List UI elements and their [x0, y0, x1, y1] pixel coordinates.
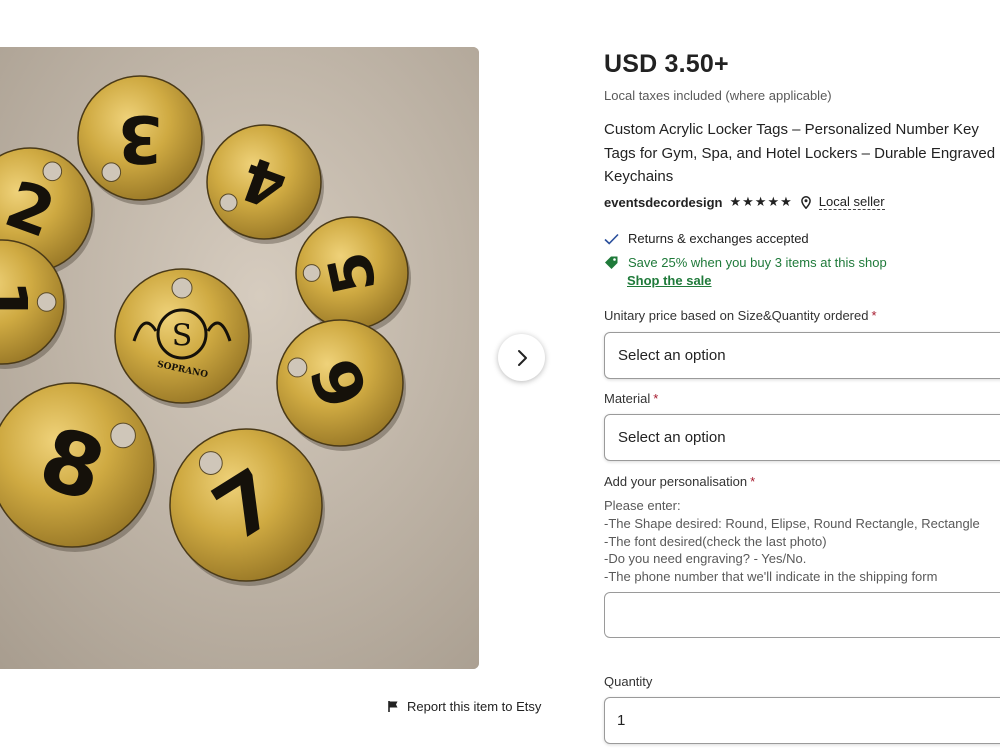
material-select-value: Select an option: [618, 429, 726, 446]
personalisation-label: Add your personalisation *: [604, 474, 755, 489]
shop-sale-link[interactable]: Shop the sale: [627, 273, 712, 288]
required-marker: *: [871, 308, 877, 323]
material-select[interactable]: Select an option: [604, 414, 1000, 461]
tag-hole: [171, 277, 193, 299]
chevron-right-icon: [517, 349, 527, 366]
sale-perk: Save 25% when you buy 3 items at this sh…: [604, 255, 887, 270]
locker-tags-image: 23456781SSOPRANO: [0, 47, 479, 669]
personalisation-instructions: Please enter: -The Shape desired: Round,…: [604, 497, 980, 586]
quantity-select[interactable]: 1: [604, 697, 1000, 744]
instruction-line: -The Shape desired: Round, Elipse, Round…: [604, 515, 980, 531]
report-item-label: Report this item to Etsy: [407, 698, 542, 714]
required-marker: *: [653, 391, 659, 406]
unitary-price-select-value: Select an option: [618, 347, 726, 364]
sale-text: Save 25% when you buy 3 items at this sh…: [628, 255, 887, 270]
logo-letter: S: [172, 319, 193, 354]
instruction-line: Please enter:: [604, 498, 681, 513]
instruction-line: -The font desired(check the last photo): [604, 533, 827, 549]
material-label: Material *: [604, 391, 658, 406]
listing-title: Custom Acrylic Locker Tags – Personalize…: [604, 121, 996, 185]
unitary-price-label: Unitary price based on Size&Quantity ord…: [604, 308, 877, 323]
returns-text: Returns & exchanges accepted: [628, 231, 809, 246]
tag-icon: [605, 256, 618, 269]
returns-perk: Returns & exchanges accepted: [604, 231, 809, 246]
flag-icon: [388, 700, 398, 712]
instruction-line: -Do you need engraving? - Yes/No.: [604, 551, 807, 567]
quantity-select-value: 1: [617, 712, 626, 729]
star-rating[interactable]: ★★★★★: [730, 194, 793, 210]
material-label-text: Material: [604, 391, 651, 406]
seller-name-link[interactable]: eventsdecordesign: [604, 195, 723, 210]
taxes-note: Local taxes included (where applicable): [604, 88, 832, 103]
local-seller-link[interactable]: Local seller: [818, 194, 885, 210]
required-marker: *: [750, 474, 756, 489]
price: USD 3.50+: [604, 50, 729, 78]
personalisation-textarea[interactable]: [604, 592, 1000, 638]
next-image-button[interactable]: [498, 334, 545, 381]
seller-row: eventsdecordesign ★★★★★ Local seller: [604, 194, 885, 210]
location-pin-icon: [800, 195, 811, 209]
unitary-price-select[interactable]: Select an option: [604, 332, 1000, 379]
report-item-link[interactable]: Report this item to Etsy: [388, 697, 541, 715]
instruction-line: -The phone number that we'll indicate in…: [604, 569, 938, 585]
quantity-label: Quantity: [604, 674, 653, 689]
tag-number: 1: [0, 279, 40, 324]
listing-photo[interactable]: 23456781SSOPRANO: [0, 47, 479, 669]
checkmark-icon: [604, 233, 619, 245]
tag-number: 3: [117, 101, 162, 176]
unitary-price-label-text: Unitary price based on Size&Quantity ord…: [604, 308, 869, 323]
personalisation-label-text: Add your personalisation: [604, 474, 748, 489]
